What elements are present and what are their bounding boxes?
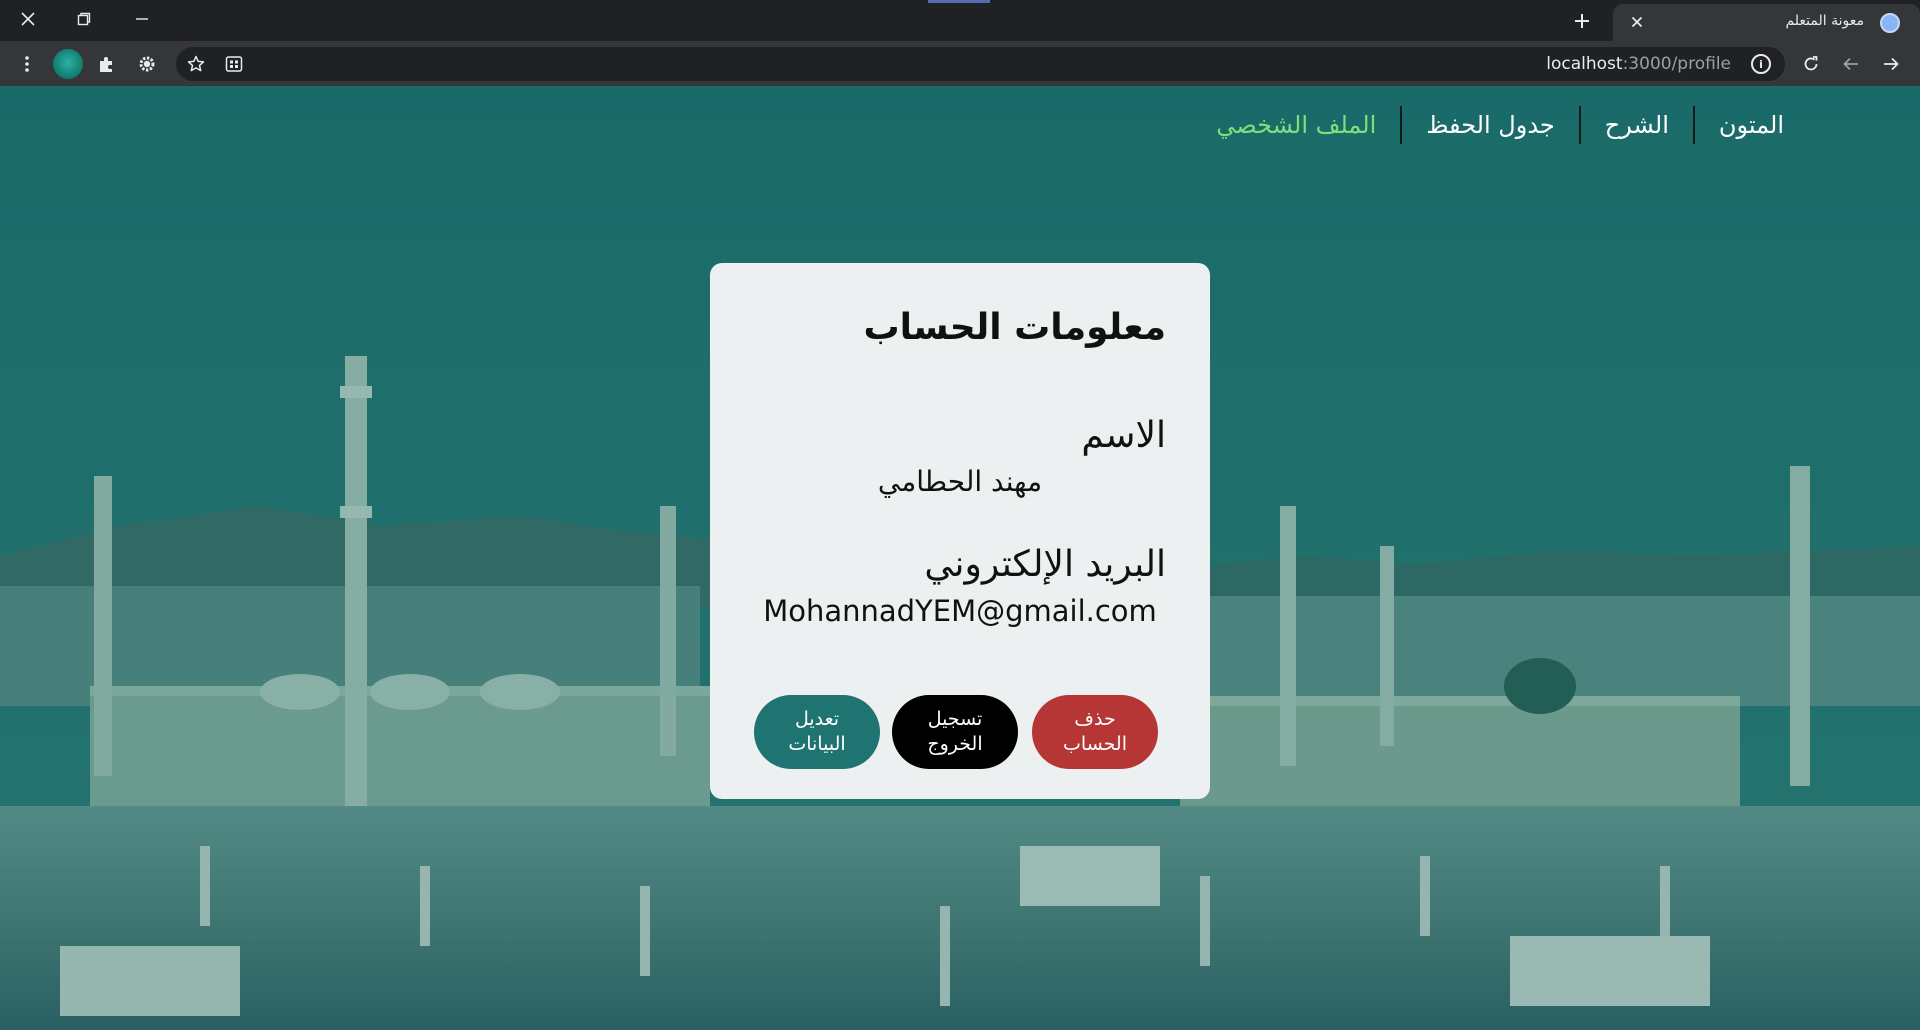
account-info-card: معلومات الحساب الاسم مهند الحطامي البريد… xyxy=(710,263,1210,799)
favicon-icon xyxy=(1880,13,1900,33)
email-value: MohannadYEM@gmail.com xyxy=(763,594,1157,628)
minimize-icon xyxy=(136,18,148,20)
edit-profile-button[interactable]: تعديل البيانات xyxy=(754,695,880,769)
kebab-menu-icon xyxy=(25,56,29,72)
logout-button[interactable]: تسجيل الخروج xyxy=(892,695,1018,769)
close-icon xyxy=(21,12,35,26)
nav-item-texts[interactable]: المتون xyxy=(1695,105,1808,145)
plus-icon xyxy=(1575,14,1589,28)
tab-close-button[interactable] xyxy=(1627,12,1647,32)
arrow-right-icon xyxy=(1884,57,1899,71)
window-restore-button[interactable] xyxy=(58,2,110,36)
restore-icon xyxy=(77,12,91,26)
tab-strip: معونة المتعلم xyxy=(0,0,1920,41)
email-label: البريد الإلكتروني xyxy=(924,544,1166,585)
window-close-button[interactable] xyxy=(2,2,54,36)
nav-item-explanation[interactable]: الشرح xyxy=(1581,105,1693,145)
nav-item-profile[interactable]: الملف الشخصي xyxy=(1192,105,1400,145)
extensions-button[interactable] xyxy=(91,48,123,80)
window-minimize-button[interactable] xyxy=(116,2,168,36)
name-label: الاسم xyxy=(1081,415,1166,456)
new-tab-button[interactable] xyxy=(1566,5,1598,37)
close-icon xyxy=(1631,16,1643,28)
arrow-left-icon xyxy=(1843,57,1858,71)
name-value: مهند الحطامي xyxy=(877,465,1043,498)
forward-button[interactable] xyxy=(1875,48,1907,80)
loading-indicator xyxy=(928,0,990,3)
reload-icon xyxy=(1804,56,1818,71)
bookmark-button[interactable] xyxy=(182,50,210,78)
address-bar[interactable]: localhost:3000/profile i xyxy=(176,47,1785,81)
app-install-icon xyxy=(225,56,243,72)
url-path: :3000/profile xyxy=(1622,54,1731,74)
tab-title: معونة المتعلم xyxy=(1785,13,1864,29)
profile-avatar-icon[interactable] xyxy=(53,49,83,79)
puzzle-icon xyxy=(100,57,112,72)
back-button[interactable] xyxy=(1835,48,1867,80)
install-app-button[interactable] xyxy=(220,50,248,78)
main-nav: المتون الشرح جدول الحفظ الملف الشخصي xyxy=(1192,105,1808,145)
reload-button[interactable] xyxy=(1795,48,1827,80)
browser-toolbar: localhost:3000/profile i xyxy=(0,41,1920,86)
menu-button[interactable] xyxy=(11,48,43,80)
settings-extension-button[interactable] xyxy=(131,48,163,80)
url-host: localhost xyxy=(1546,54,1623,74)
url-text[interactable]: localhost:3000/profile xyxy=(1546,54,1731,74)
active-tab[interactable]: معونة المتعلم xyxy=(1613,4,1920,41)
star-icon xyxy=(187,55,205,72)
site-info-icon[interactable]: i xyxy=(1751,54,1771,74)
nav-item-memorization-schedule[interactable]: جدول الحفظ xyxy=(1402,105,1578,145)
profile-page: المتون الشرح جدول الحفظ الملف الشخصي معل… xyxy=(0,86,1920,1030)
delete-account-button[interactable]: حذف الحساب xyxy=(1032,695,1158,769)
card-title: معلومات الحساب xyxy=(863,307,1166,348)
gear-icon xyxy=(139,56,155,72)
